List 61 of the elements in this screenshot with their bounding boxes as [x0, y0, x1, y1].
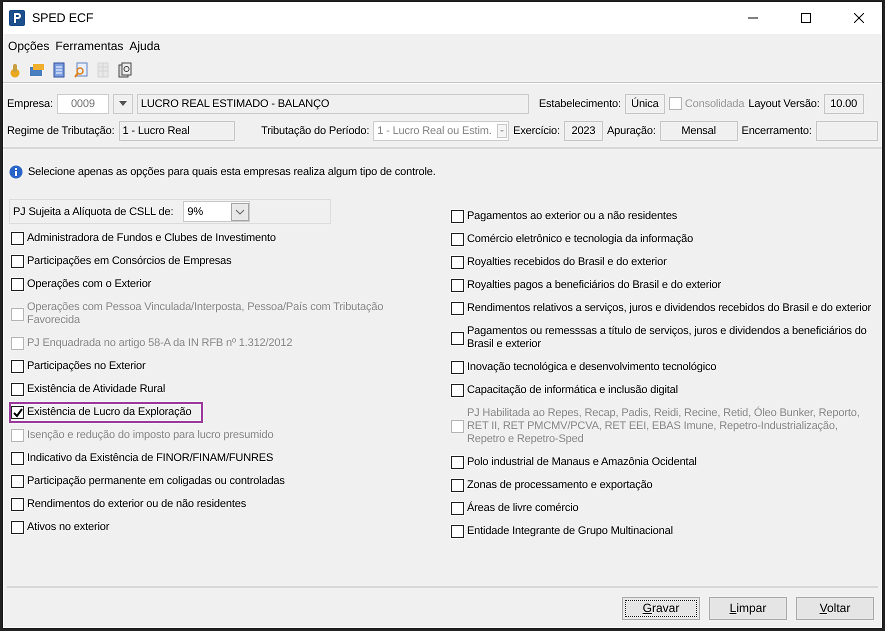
field-label: Exercício:: [513, 124, 560, 136]
caret-icon: [497, 124, 508, 138]
close-icon: [854, 13, 864, 23]
option-checkbox[interactable]: Participações no Exterior: [9, 356, 148, 377]
caret-icon: [118, 101, 127, 106]
establishment-field: Única: [624, 94, 665, 114]
folder-icon[interactable]: [29, 62, 46, 78]
menu-item[interactable]: Ajuda: [126, 39, 164, 53]
fiscal-year-field: 2023: [564, 120, 603, 140]
option-checkbox[interactable]: Participações em Consórcios de Empresas: [9, 251, 234, 272]
option-checkbox[interactable]: Indicativo da Existência de FINOR/FINAM/FUNRES: [9, 448, 276, 469]
option-checkbox[interactable]: Inovação tecnológica e desenvolvimento tecnológico: [448, 357, 718, 378]
option-checkbox[interactable]: Existência de Atividade Rural: [9, 379, 168, 400]
action-button[interactable]: Gravar: [622, 596, 700, 620]
closing-field: [816, 120, 878, 140]
info-icon: [9, 165, 23, 179]
magnifier-icon[interactable]: [73, 62, 90, 78]
field-label: Regime de Tributação:: [7, 124, 115, 136]
csll-dropdown[interactable]: 9%: [183, 201, 250, 222]
option-checkbox[interactable]: Polo industrial de Manaus e Amazônia Ocidental: [448, 452, 699, 473]
app-logo-icon: [9, 10, 25, 26]
menu-item[interactable]: Ferramentas: [52, 39, 126, 53]
menu-item[interactable]: Opções: [5, 39, 52, 53]
option-checkbox[interactable]: Comércio eletrônico e tecnologia da informação: [448, 229, 696, 250]
copy-icon[interactable]: [117, 62, 134, 78]
option-checkbox[interactable]: Royalties pagos a beneficiários do Brasil e do exterior: [448, 275, 724, 296]
option-checkbox[interactable]: Ativos no exterior: [9, 517, 112, 538]
option-checkbox[interactable]: Participação permanente em coligadas ou controladas: [9, 471, 287, 492]
option-checkbox[interactable]: Entidade Integrante de Grupo Multinacional: [448, 521, 675, 542]
option-checkbox[interactable]: Royalties recebidos do Brasil e do exterior: [448, 252, 669, 273]
field-label: Tributação do Período:: [261, 124, 370, 136]
option-checkbox[interactable]: Rendimentos relativos a serviços, juros e dividendos recebidos do Brasil e do exterior: [448, 298, 874, 319]
layout-version-field: 10.00: [824, 94, 864, 114]
assessment-field: Mensal: [660, 120, 738, 140]
option-checkbox[interactable]: Rendimentos do exterior ou de não residentes: [9, 494, 248, 515]
option-checkbox[interactable]: Áreas de livre comércio: [448, 498, 580, 519]
company-name-field[interactable]: LUCRO REAL ESTIMADO - BALANÇO: [136, 94, 529, 114]
checkmark-icon: [12, 408, 22, 418]
field-label: Empresa:: [7, 98, 53, 110]
company-code-field[interactable]: 0009: [56, 94, 109, 114]
info-text: Selecione apenas as opções para quais esta empresas realiza algum tipo de controle.: [28, 166, 436, 178]
option-checkbox[interactable]: Zonas de processamento e exportação: [448, 475, 655, 496]
dropdown-button[interactable]: [112, 94, 133, 114]
period-dropdown[interactable]: 1 - Lucro Real ou Estim.: [373, 120, 510, 140]
action-button[interactable]: Voltar: [796, 596, 874, 620]
csll-label: PJ Sujeita a Alíquota de CSLL de:: [13, 206, 174, 218]
option-checkbox[interactable]: Existência de Lucro da Exploração: [9, 402, 204, 423]
tax-regime-field: 1 - Lucro Real: [118, 120, 236, 140]
option-checkbox[interactable]: Operações com o Exterior: [9, 274, 154, 295]
caret-icon: [231, 202, 250, 220]
field-label: Layout Versão:: [748, 98, 820, 110]
window-title: SPED ECF: [32, 11, 94, 25]
option-checkbox[interactable]: Pagamentos ao exterior ou a não residentes: [448, 206, 680, 227]
field-label: Estabelecimento:: [538, 98, 621, 110]
option-checkbox[interactable]: Administradora de Fundos e Clubes de Investimento: [9, 228, 278, 249]
option-checkbox[interactable]: Capacitação de informática e inclusão digital: [448, 380, 680, 401]
field-label: Encerramento:: [742, 124, 812, 136]
action-button[interactable]: Limpar: [709, 596, 787, 620]
maximize-icon: [801, 13, 811, 23]
option-checkbox[interactable]: Pagamentos ou remesssas a título de serviços, juros e dividendos a beneficiários do Brasil e exterior: [448, 321, 876, 355]
field-label: Apuração:: [606, 124, 656, 136]
